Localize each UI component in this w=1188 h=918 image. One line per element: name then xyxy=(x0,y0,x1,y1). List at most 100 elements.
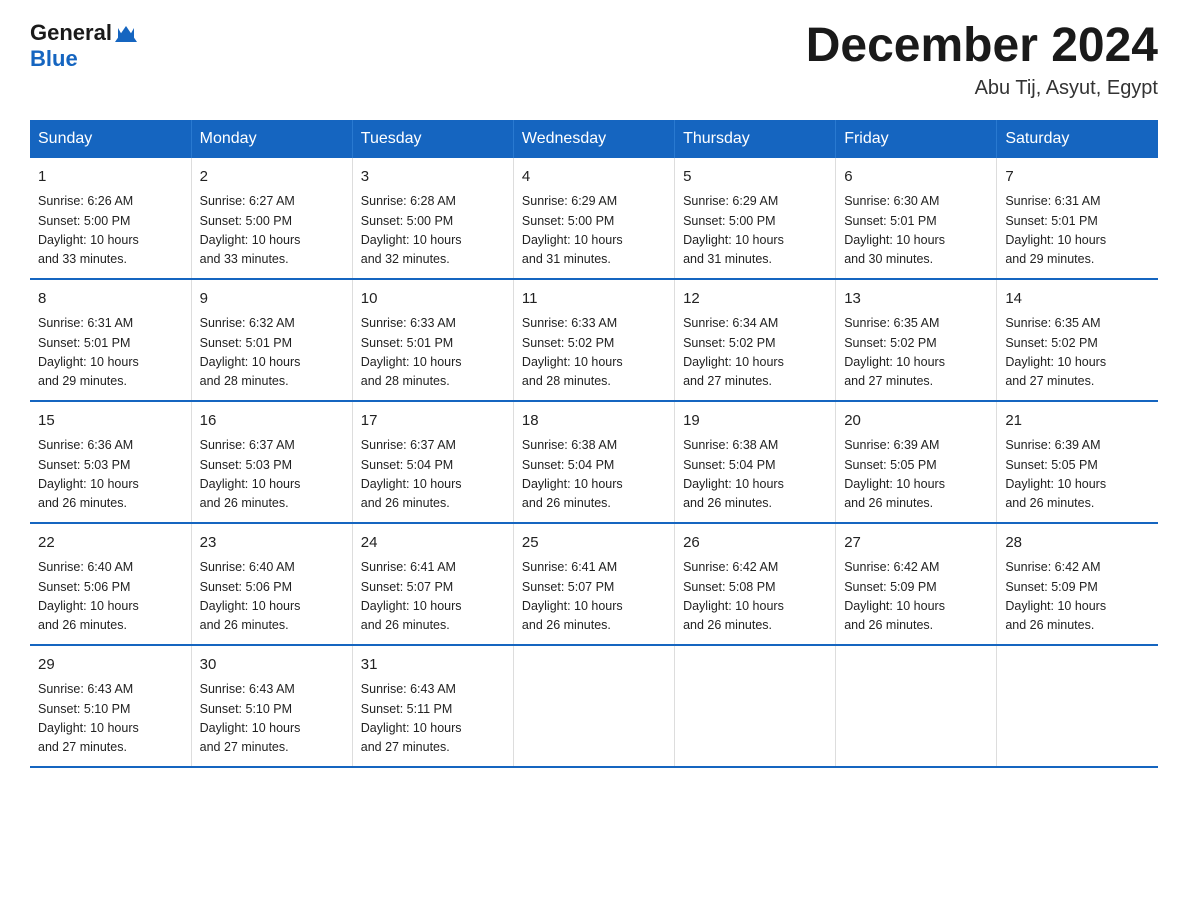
day-number: 10 xyxy=(361,288,505,311)
calendar-cell: 12 Sunrise: 6:34 AMSunset: 5:02 PMDayligh… xyxy=(675,279,836,401)
day-number: 27 xyxy=(844,532,988,555)
day-info: Sunrise: 6:30 AMSunset: 5:01 PMDaylight:… xyxy=(844,192,988,270)
day-number: 13 xyxy=(844,288,988,311)
day-info: Sunrise: 6:35 AMSunset: 5:02 PMDaylight:… xyxy=(1005,314,1150,392)
day-info: Sunrise: 6:39 AMSunset: 5:05 PMDaylight:… xyxy=(1005,436,1150,514)
day-number: 16 xyxy=(200,410,344,433)
day-info: Sunrise: 6:43 AMSunset: 5:10 PMDaylight:… xyxy=(200,680,344,758)
logo-text-blue: Blue xyxy=(30,46,78,71)
day-info: Sunrise: 6:41 AMSunset: 5:07 PMDaylight:… xyxy=(361,558,505,636)
day-info: Sunrise: 6:31 AMSunset: 5:01 PMDaylight:… xyxy=(38,314,183,392)
calendar-cell: 30 Sunrise: 6:43 AMSunset: 5:10 PMDayligh… xyxy=(191,645,352,767)
day-number: 19 xyxy=(683,410,827,433)
calendar-cell: 29Sunrise: 6:43 AMSunset: 5:10 PMDayligh… xyxy=(30,645,191,767)
day-number: 22 xyxy=(38,532,183,555)
calendar-week-row: 29 Sunrise: 6:43 AMSunset: 5:10 PMDayligh… xyxy=(30,645,1158,767)
calendar-cell: 3 Sunrise: 6:28 AMSunset: 5:00 PMDaylight… xyxy=(352,158,513,279)
calendar-cell: 15Sunrise: 6:36 AMSunset: 5:03 PMDayligh… xyxy=(30,401,191,523)
calendar-cell: 6 Sunrise: 6:30 AMSunset: 5:01 PMDaylight… xyxy=(836,158,997,279)
day-number: 3 xyxy=(361,166,505,189)
calendar-cell: 22 Sunrise: 6:40 AMSunset: 5:06 PMDayligh… xyxy=(30,523,191,645)
day-info: Sunrise: 6:31 AMSunset: 5:01 PMDaylight:… xyxy=(1005,192,1150,270)
day-info: Sunrise: 6:40 AMSunset: 5:06 PMDaylight:… xyxy=(38,558,183,636)
calendar-cell: 14 Sunrise: 6:35 AMSunset: 5:02 PMDayligh… xyxy=(997,279,1158,401)
day-info: Sunrise: 6:42 AMSunset: 5:09 PMDaylight:… xyxy=(1005,558,1150,636)
day-info: Sunrise: 6:37 AMSunset: 5:03 PMDaylight:… xyxy=(200,436,344,514)
calendar-cell: 21 Sunrise: 6:39 AMSunset: 5:05 PMDayligh… xyxy=(997,401,1158,523)
day-info: Sunrise: 6:29 AMSunset: 5:00 PMDaylight:… xyxy=(683,192,827,270)
logo: General Blue xyxy=(30,20,137,72)
day-number: 31 xyxy=(361,654,505,677)
day-number: 29 xyxy=(38,654,183,677)
day-number: 23 xyxy=(200,532,344,555)
header-day-saturday: Saturday xyxy=(997,120,1158,158)
day-info: Sunrise: 6:33 AMSunset: 5:01 PMDaylight:… xyxy=(361,314,505,392)
day-info: Sunrise: 6:32 AMSunset: 5:01 PMDaylight:… xyxy=(200,314,344,392)
day-number: 12 xyxy=(683,288,827,311)
calendar-cell: 1 Sunrise: 6:26 AMSunset: 5:00 PMDaylight… xyxy=(30,158,191,279)
day-number: 14 xyxy=(1005,288,1150,311)
day-number: 5 xyxy=(683,166,827,189)
calendar-cell: 4Sunrise: 6:29 AMSunset: 5:00 PMDaylight… xyxy=(513,158,674,279)
header-day-thursday: Thursday xyxy=(675,120,836,158)
calendar-cell: 20Sunrise: 6:39 AMSunset: 5:05 PMDayligh… xyxy=(836,401,997,523)
day-number: 26 xyxy=(683,532,827,555)
day-number: 4 xyxy=(522,166,666,189)
day-number: 11 xyxy=(522,288,666,311)
day-info: Sunrise: 6:38 AMSunset: 5:04 PMDaylight:… xyxy=(683,436,827,514)
day-info: Sunrise: 6:33 AMSunset: 5:02 PMDaylight:… xyxy=(522,314,666,392)
calendar-cell: 9 Sunrise: 6:32 AMSunset: 5:01 PMDaylight… xyxy=(191,279,352,401)
calendar-cell: 7 Sunrise: 6:31 AMSunset: 5:01 PMDaylight… xyxy=(997,158,1158,279)
calendar-cell: 8 Sunrise: 6:31 AMSunset: 5:01 PMDaylight… xyxy=(30,279,191,401)
day-info: Sunrise: 6:40 AMSunset: 5:06 PMDaylight:… xyxy=(200,558,344,636)
header-day-tuesday: Tuesday xyxy=(352,120,513,158)
calendar-cell: 24 Sunrise: 6:41 AMSunset: 5:07 PMDayligh… xyxy=(352,523,513,645)
calendar-cell: 27 Sunrise: 6:42 AMSunset: 5:09 PMDayligh… xyxy=(836,523,997,645)
day-info: Sunrise: 6:43 AMSunset: 5:11 PMDaylight:… xyxy=(361,680,505,758)
day-number: 7 xyxy=(1005,166,1150,189)
calendar-cell: 2Sunrise: 6:27 AMSunset: 5:00 PMDaylight… xyxy=(191,158,352,279)
calendar-cell: 16 Sunrise: 6:37 AMSunset: 5:03 PMDayligh… xyxy=(191,401,352,523)
page-title: December 2024 xyxy=(806,20,1158,73)
day-number: 24 xyxy=(361,532,505,555)
day-number: 21 xyxy=(1005,410,1150,433)
day-info: Sunrise: 6:34 AMSunset: 5:02 PMDaylight:… xyxy=(683,314,827,392)
day-number: 18 xyxy=(522,410,666,433)
calendar-cell: 19 Sunrise: 6:38 AMSunset: 5:04 PMDayligh… xyxy=(675,401,836,523)
calendar-week-row: 1 Sunrise: 6:26 AMSunset: 5:00 PMDaylight… xyxy=(30,158,1158,279)
calendar-cell xyxy=(513,645,674,767)
day-number: 28 xyxy=(1005,532,1150,555)
day-info: Sunrise: 6:28 AMSunset: 5:00 PMDaylight:… xyxy=(361,192,505,270)
day-number: 6 xyxy=(844,166,988,189)
calendar-cell: 18 Sunrise: 6:38 AMSunset: 5:04 PMDayligh… xyxy=(513,401,674,523)
day-info: Sunrise: 6:35 AMSunset: 5:02 PMDaylight:… xyxy=(844,314,988,392)
day-number: 15 xyxy=(38,410,183,433)
day-info: Sunrise: 6:38 AMSunset: 5:04 PMDaylight:… xyxy=(522,436,666,514)
calendar-cell: 25Sunrise: 6:41 AMSunset: 5:07 PMDayligh… xyxy=(513,523,674,645)
calendar-header-row: SundayMondayTuesdayWednesdayThursdayFrid… xyxy=(30,120,1158,158)
calendar-week-row: 22 Sunrise: 6:40 AMSunset: 5:06 PMDayligh… xyxy=(30,523,1158,645)
day-number: 1 xyxy=(38,166,183,189)
header-day-friday: Friday xyxy=(836,120,997,158)
logo-text-general: General xyxy=(30,20,112,46)
day-number: 17 xyxy=(361,410,505,433)
calendar-cell: 13 Sunrise: 6:35 AMSunset: 5:02 PMDayligh… xyxy=(836,279,997,401)
day-number: 30 xyxy=(200,654,344,677)
day-number: 9 xyxy=(200,288,344,311)
day-info: Sunrise: 6:42 AMSunset: 5:09 PMDaylight:… xyxy=(844,558,988,636)
calendar-cell: 28 Sunrise: 6:42 AMSunset: 5:09 PMDayligh… xyxy=(997,523,1158,645)
calendar-cell: 31 Sunrise: 6:43 AMSunset: 5:11 PMDayligh… xyxy=(352,645,513,767)
day-number: 8 xyxy=(38,288,183,311)
calendar-cell: 10 Sunrise: 6:33 AMSunset: 5:01 PMDayligh… xyxy=(352,279,513,401)
page-subtitle: Abu Tij, Asyut, Egypt xyxy=(806,77,1158,100)
header-day-sunday: Sunday xyxy=(30,120,191,158)
header-day-wednesday: Wednesday xyxy=(513,120,674,158)
logo-triangle-icon xyxy=(115,24,137,44)
title-area: December 2024 Abu Tij, Asyut, Egypt xyxy=(806,20,1158,100)
day-info: Sunrise: 6:26 AMSunset: 5:00 PMDaylight:… xyxy=(38,192,183,270)
calendar-cell: 23 Sunrise: 6:40 AMSunset: 5:06 PMDayligh… xyxy=(191,523,352,645)
calendar-cell xyxy=(675,645,836,767)
calendar-cell: 26Sunrise: 6:42 AMSunset: 5:08 PMDayligh… xyxy=(675,523,836,645)
calendar-cell: 11 Sunrise: 6:33 AMSunset: 5:02 PMDayligh… xyxy=(513,279,674,401)
day-info: Sunrise: 6:27 AMSunset: 5:00 PMDaylight:… xyxy=(200,192,344,270)
